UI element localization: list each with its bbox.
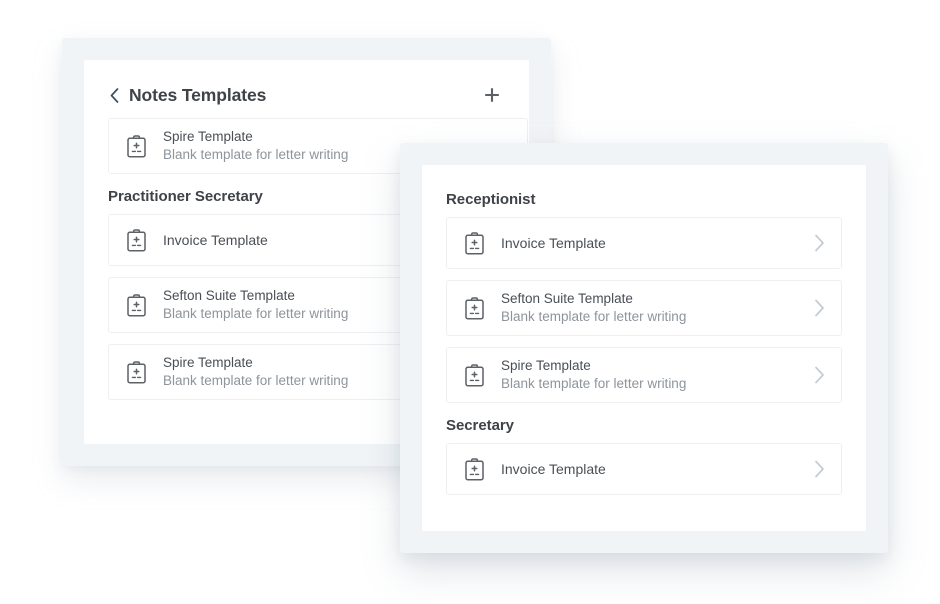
role-templates-panel: Receptionist Invoice Template Sefton Sui… xyxy=(400,143,888,553)
list-item[interactable]: Sefton Suite Template Blank template for… xyxy=(446,280,842,336)
clipboard-medical-icon xyxy=(463,456,485,482)
list-item-subtitle: Blank template for letter writing xyxy=(501,309,687,324)
clipboard-medical-icon xyxy=(125,227,147,253)
clipboard-medical-icon xyxy=(125,133,147,159)
chevron-right-icon[interactable] xyxy=(811,297,827,319)
plus-icon[interactable] xyxy=(481,84,503,106)
list-item-text: Invoice Template xyxy=(501,460,801,478)
chevron-right-icon[interactable] xyxy=(811,232,827,254)
page-title: Notes Templates xyxy=(129,84,267,105)
list-item-title: Invoice Template xyxy=(501,235,606,251)
list-item-title: Spire Template xyxy=(501,358,591,373)
screenshot-stage: Notes Templates Spire Template Blank tem… xyxy=(0,0,940,604)
list-item-subtitle: Blank template for letter writing xyxy=(501,376,687,391)
list-item[interactable]: Invoice Template xyxy=(446,443,842,495)
list-item-text: Spire Template Blank template for letter… xyxy=(501,357,801,393)
chevron-left-icon[interactable] xyxy=(108,85,120,105)
clipboard-medical-icon xyxy=(463,295,485,321)
list-item[interactable]: Invoice Template xyxy=(446,217,842,269)
clipboard-medical-icon xyxy=(463,230,485,256)
list-item[interactable]: Spire Template Blank template for letter… xyxy=(446,347,842,403)
clipboard-medical-icon xyxy=(463,362,485,388)
list-item-text: Invoice Template xyxy=(501,234,801,252)
clipboard-medical-icon xyxy=(125,359,147,385)
panel-header: Notes Templates xyxy=(84,60,529,106)
panel-header-left: Notes Templates xyxy=(108,85,266,106)
list-item-title: Sefton Suite Template xyxy=(501,291,633,306)
clipboard-medical-icon xyxy=(125,292,147,318)
chevron-right-icon[interactable] xyxy=(811,364,827,386)
list-item-text: Sefton Suite Template Blank template for… xyxy=(501,290,801,326)
role-templates-surface: Receptionist Invoice Template Sefton Sui… xyxy=(422,165,866,531)
list-item-title: Invoice Template xyxy=(501,461,606,477)
section-heading: Secretary xyxy=(446,417,514,434)
role-templates-list: Receptionist Invoice Template Sefton Sui… xyxy=(422,165,866,495)
section-heading: Receptionist xyxy=(446,191,536,208)
chevron-right-icon[interactable] xyxy=(811,458,827,480)
